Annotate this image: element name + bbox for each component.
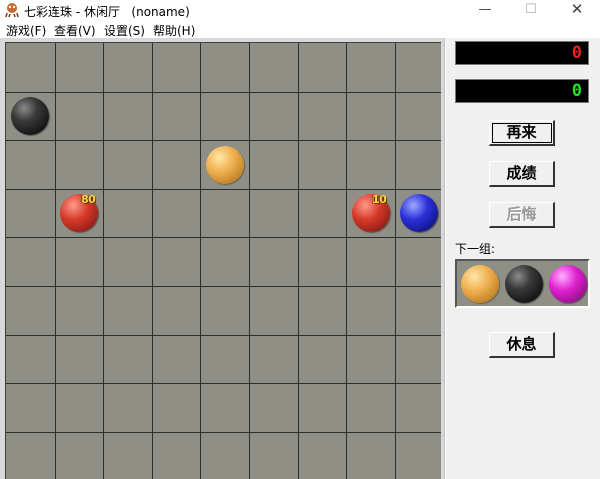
grid-line (6, 286, 441, 287)
next-group-preview (455, 259, 590, 308)
grid-line (200, 43, 201, 479)
blue-ball[interactable] (400, 194, 438, 232)
menu-view[interactable]: 查看(V) (54, 22, 96, 39)
grid-line (346, 43, 347, 479)
grid-line (6, 335, 441, 336)
grid-line (6, 189, 441, 190)
close-button[interactable]: ✕ (554, 0, 600, 20)
grid-line (298, 43, 299, 479)
window-title: 七彩连珠 - 休闲厅 (noname) (24, 5, 190, 19)
undo-button[interactable]: 后悔 (489, 202, 555, 228)
next-group-label: 下一组: (455, 242, 496, 256)
records-button[interactable]: 成绩 (489, 161, 555, 187)
menu-bar: 游戏(F) 查看(V) 设置(S) 帮助(H) (0, 20, 600, 39)
title-bar[interactable]: 七彩连珠 - 休闲厅 (noname) — ☐ ✕ (0, 0, 600, 20)
grid-line (249, 43, 250, 479)
grid-line (6, 432, 441, 433)
score-display-bottom: 0 (455, 79, 589, 103)
orange-ball[interactable] (206, 146, 244, 184)
menu-help[interactable]: 帮助(H) (153, 22, 195, 39)
menu-settings[interactable]: 设置(S) (104, 22, 145, 39)
grid-line (395, 43, 396, 479)
grid-line (6, 140, 441, 141)
grid-line (6, 383, 441, 384)
grid-line (152, 43, 153, 479)
score-display-top: 0 (455, 41, 589, 65)
restart-button[interactable]: 再来 (489, 120, 555, 146)
menu-game[interactable]: 游戏(F) (6, 22, 46, 39)
grid-line (6, 237, 441, 238)
black-ball[interactable] (11, 97, 49, 135)
grid-line (55, 43, 56, 479)
maximize-button[interactable]: ☐ (508, 0, 554, 20)
grid-line (6, 92, 441, 93)
game-app-icon (5, 3, 19, 18)
ball-score-badge: 10 (372, 193, 387, 206)
grid-line (103, 43, 104, 479)
next-magenta-ball (549, 265, 587, 303)
next-orange-ball (461, 265, 499, 303)
ball-score-badge: 80 (81, 193, 96, 206)
next-black-ball (505, 265, 543, 303)
minimize-button[interactable]: — (462, 0, 508, 20)
rest-button[interactable]: 休息 (489, 332, 555, 358)
game-board[interactable]: 80 10 (5, 42, 441, 479)
